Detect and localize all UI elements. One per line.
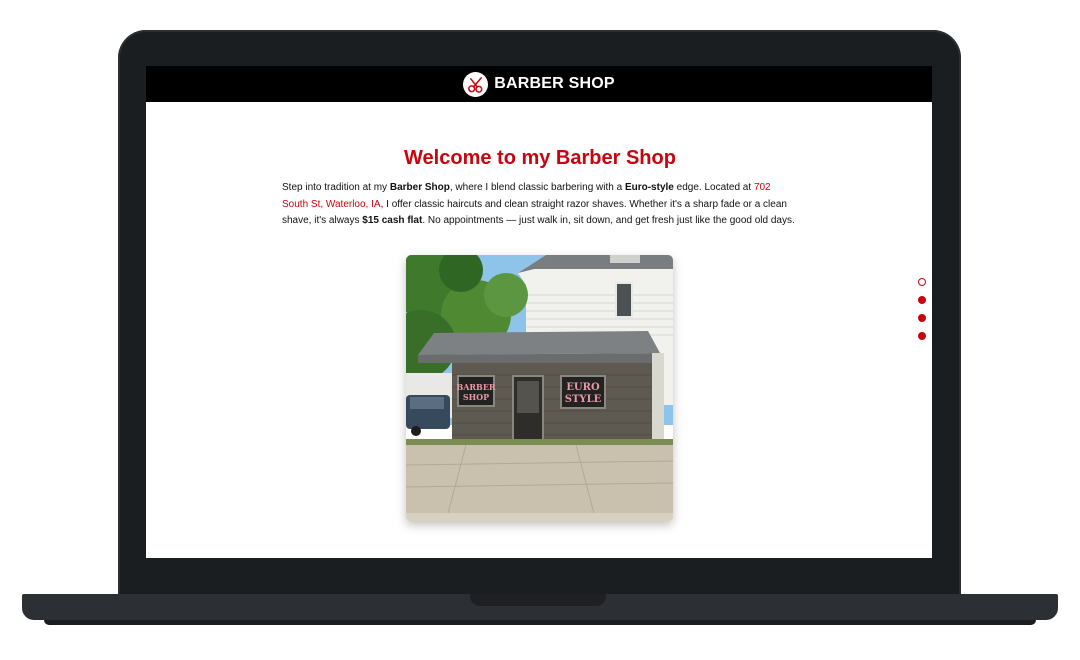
window-sign-left: SHOP [463, 392, 489, 402]
laptop-base-notch [470, 594, 606, 606]
slide-dot-nav [916, 278, 928, 340]
brand-name: BARBER SHOP [494, 75, 615, 92]
euro-style-bold: Euro-style [624, 182, 674, 193]
main-content: Welcome to my Barber Shop Step into trad… [282, 146, 798, 230]
brand-link[interactable]: BARBER SHOP [463, 71, 615, 97]
intro-paragraph: Step into tradition at my Barber Shop, w… [282, 180, 798, 230]
slide-dot-4[interactable] [918, 332, 926, 340]
intro-text: . No appointments — just walk in, sit do… [422, 215, 795, 226]
window-sign-right: EURO [566, 382, 600, 393]
laptop-screen: BARBER SHOP Welcome to my Barber Shop St… [146, 66, 932, 558]
laptop-base-foot [44, 620, 1036, 625]
intro-text: , where I blend classic barbering with a [449, 182, 625, 193]
slide-dot-3[interactable] [918, 314, 926, 322]
page-title: Welcome to my Barber Shop [404, 147, 676, 169]
intro-text: Step into tradition at my [282, 182, 390, 193]
scissors-icon [463, 71, 489, 97]
slide-dot-2[interactable] [918, 296, 926, 304]
slide-dot-1[interactable] [918, 278, 926, 286]
window-sign-right: STYLE [565, 394, 602, 405]
shop-photo: BARBER SHOP EURO STYLE [406, 255, 673, 521]
price-bold: $15 cash flat [362, 215, 423, 226]
shop-name-bold: Barber Shop [389, 182, 450, 193]
window-sign-left: BARBER [456, 382, 495, 392]
intro-text: edge. Located at [673, 182, 754, 193]
top-navbar: BARBER SHOP [146, 66, 932, 102]
